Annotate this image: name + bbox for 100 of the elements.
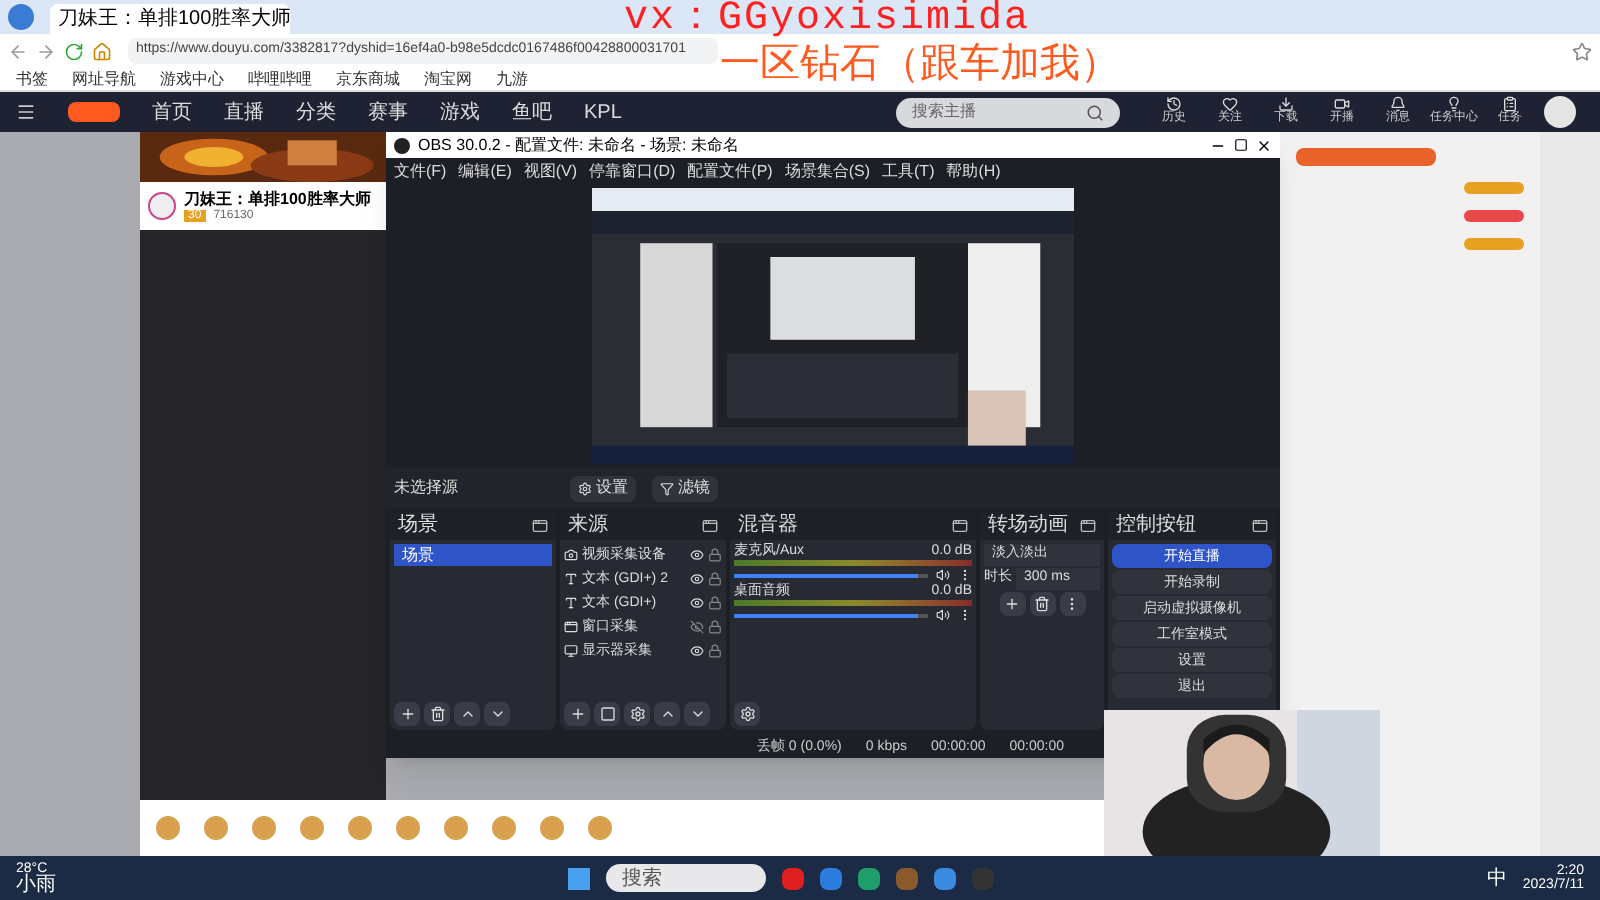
visibility-icon[interactable] xyxy=(690,572,704,586)
toolbar-button[interactable]: 设置 xyxy=(570,475,636,501)
reload-icon[interactable] xyxy=(64,41,84,61)
gift-icon[interactable] xyxy=(204,816,228,840)
properties-button[interactable] xyxy=(594,702,620,726)
obs-logo-icon xyxy=(394,137,410,153)
menu-item[interactable]: 配置文件(P) xyxy=(687,163,773,179)
remove-button[interactable] xyxy=(424,702,450,726)
nav-link[interactable]: 直播 xyxy=(224,97,264,127)
speaker-icon[interactable] xyxy=(936,568,950,582)
menu-item[interactable]: 场景集合(S) xyxy=(784,163,871,179)
nav-icon xyxy=(1278,96,1294,112)
menu-item[interactable]: 帮助(H) xyxy=(946,163,1001,179)
speaker-icon[interactable] xyxy=(936,608,950,622)
trash-icon xyxy=(429,706,445,722)
search-field[interactable]: 搜索主播 xyxy=(896,97,1120,127)
scene-item[interactable]: 场景 xyxy=(394,544,552,566)
source-type-icon xyxy=(564,644,578,658)
browser-tab[interactable]: 刀妹王：单排100胜率大师 xyxy=(50,4,290,34)
lock-icon[interactable] xyxy=(708,620,722,634)
settings-button[interactable] xyxy=(734,702,760,726)
app-icon[interactable] xyxy=(896,867,918,889)
undock-icon[interactable] xyxy=(952,518,968,534)
close-icon[interactable] xyxy=(1256,137,1272,153)
forward-icon[interactable] xyxy=(36,41,56,61)
bookmark-link[interactable]: 淘宝网 xyxy=(424,71,472,87)
move-up-button[interactable] xyxy=(654,702,680,726)
menu-item[interactable]: 视图(V) xyxy=(523,163,578,179)
app-icon[interactable] xyxy=(782,867,804,889)
undock-icon[interactable] xyxy=(702,518,718,534)
add-button[interactable] xyxy=(999,592,1025,616)
gift-icon[interactable] xyxy=(156,816,180,840)
gift-icon[interactable] xyxy=(348,816,372,840)
undock-icon[interactable] xyxy=(532,518,548,534)
nav-link[interactable]: 分类 xyxy=(296,97,336,127)
move-down-button[interactable] xyxy=(684,702,710,726)
gift-icon[interactable] xyxy=(396,816,420,840)
app-icon[interactable] xyxy=(820,867,842,889)
bookmark-link[interactable]: 网址导航 xyxy=(72,71,136,87)
bookmark-link[interactable]: 京东商城 xyxy=(336,71,400,87)
ime-indicator[interactable]: 中 xyxy=(1486,863,1507,893)
gift-icon[interactable] xyxy=(444,816,468,840)
app-icon[interactable] xyxy=(858,867,880,889)
visibility-icon[interactable] xyxy=(690,644,704,658)
nav-link[interactable]: 首页 xyxy=(152,97,192,127)
home-icon[interactable] xyxy=(92,41,112,61)
gift-icon[interactable] xyxy=(252,816,276,840)
menu-item[interactable]: 停靠窗口(D) xyxy=(589,163,676,179)
undock-icon[interactable] xyxy=(1252,518,1268,534)
hidden-icon[interactable] xyxy=(690,620,704,634)
menu-item[interactable]: 工具(T) xyxy=(882,163,935,179)
nav-link[interactable]: 赛事 xyxy=(368,97,408,127)
weather-label: 小雨 xyxy=(16,875,56,895)
menu-icon[interactable] xyxy=(16,102,36,122)
bookmark-link[interactable]: 游戏中心 xyxy=(160,71,224,87)
bookmark-link[interactable]: 哔哩哔哩 xyxy=(248,71,312,87)
lock-icon[interactable] xyxy=(708,596,722,610)
visibility-icon[interactable] xyxy=(690,596,704,610)
app-icon[interactable] xyxy=(934,867,956,889)
lock-icon[interactable] xyxy=(708,572,722,586)
menu-item[interactable]: 编辑(E) xyxy=(458,163,512,179)
bookmark-link[interactable]: 九游 xyxy=(496,71,528,87)
bookmark-star-icon[interactable] xyxy=(1572,41,1592,61)
source-type-icon xyxy=(564,572,578,586)
remove-button[interactable] xyxy=(1029,592,1055,616)
move-down-button[interactable] xyxy=(484,702,510,726)
more-button[interactable] xyxy=(1059,592,1085,616)
gear-icon xyxy=(629,706,645,722)
nav-link[interactable]: KPL xyxy=(584,97,622,127)
bookmark-link[interactable]: 书签 xyxy=(16,71,48,87)
move-up-button[interactable] xyxy=(454,702,480,726)
nav-icon xyxy=(1222,96,1238,112)
lock-icon[interactable] xyxy=(708,644,722,658)
nav-icon xyxy=(1166,96,1182,112)
more-icon[interactable] xyxy=(958,568,972,582)
dock-title: 来源 xyxy=(568,516,608,536)
start-icon[interactable] xyxy=(568,867,590,889)
dock-title: 场景 xyxy=(398,516,438,536)
maximize-icon[interactable] xyxy=(1234,138,1248,152)
gift-icon[interactable] xyxy=(300,816,324,840)
gift-icon[interactable] xyxy=(492,816,516,840)
window-title: OBS 30.0.2 - 配置文件: 未命名 - 场景: 未命名 xyxy=(418,137,739,153)
add-button[interactable] xyxy=(394,702,420,726)
search-icon[interactable] xyxy=(1086,103,1104,121)
toolbar-button[interactable]: 滤镜 xyxy=(652,475,718,501)
nav-link[interactable]: 游戏 xyxy=(440,97,480,127)
back-icon[interactable] xyxy=(8,41,28,61)
lock-icon[interactable] xyxy=(708,548,722,562)
more-icon[interactable] xyxy=(958,608,972,622)
nav-link[interactable]: 鱼吧 xyxy=(512,97,552,127)
gift-icon[interactable] xyxy=(540,816,564,840)
undock-icon[interactable] xyxy=(1080,518,1096,534)
trash-icon xyxy=(1034,596,1050,612)
add-button[interactable] xyxy=(564,702,590,726)
visibility-icon[interactable] xyxy=(690,548,704,562)
settings-button[interactable] xyxy=(624,702,650,726)
dock-title: 混音器 xyxy=(738,516,798,536)
menu-item[interactable]: 文件(F) xyxy=(394,163,447,179)
taskbar-search-field[interactable]: 搜索 xyxy=(606,864,766,892)
gift-icon[interactable] xyxy=(588,816,612,840)
